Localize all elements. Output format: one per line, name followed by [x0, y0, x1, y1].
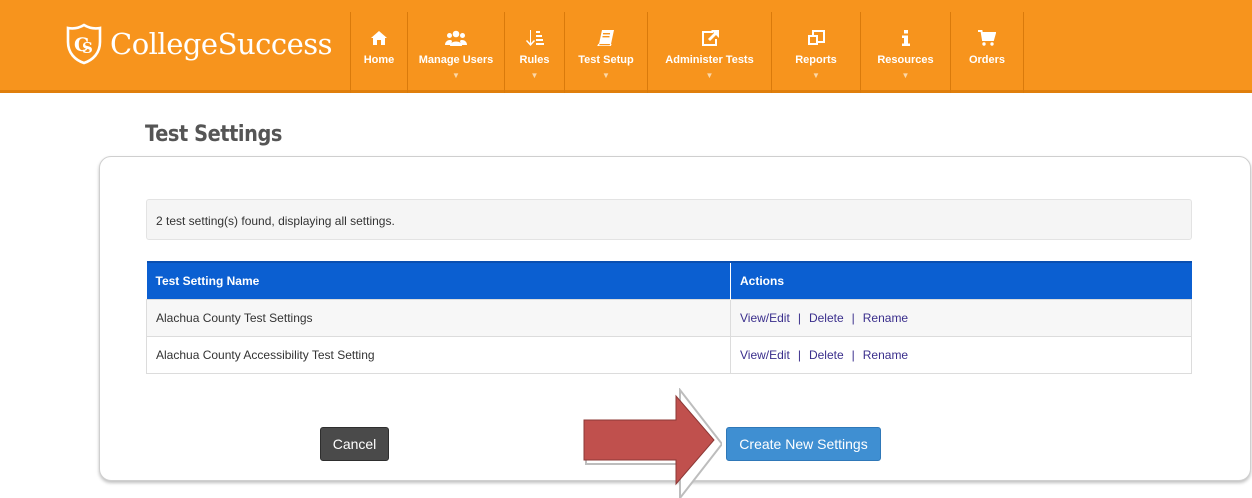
sort-list-icon [525, 30, 544, 46]
external-link-icon [701, 30, 719, 46]
top-navigation-bar: C S CollegeSuccess Home Manage Users ▼ R… [0, 0, 1252, 93]
cart-icon [978, 30, 996, 46]
nav-label: Home [363, 54, 395, 66]
actions-cell: View/Edit | Delete | Rename [730, 335, 1192, 374]
setting-name-cell: Alachua County Accessibility Test Settin… [146, 335, 731, 374]
copy-icon [808, 30, 825, 45]
svg-text:S: S [82, 39, 93, 57]
column-header-name: Test Setting Name [146, 261, 731, 299]
nav-label: Rules [519, 54, 550, 66]
nav-label: Reports [795, 54, 837, 66]
actions-cell: View/Edit | Delete | Rename [730, 298, 1192, 337]
nav-label: Manage Users [418, 54, 494, 66]
create-new-settings-button[interactable]: Create New Settings [726, 427, 881, 461]
chevron-down-icon: ▼ [602, 71, 610, 80]
chevron-down-icon: ▼ [452, 71, 460, 80]
nav-rules[interactable]: Rules ▼ [504, 12, 564, 93]
nav-orders[interactable]: Orders [950, 12, 1024, 93]
nav-label: Administer Tests [665, 54, 754, 66]
link-separator: | [797, 310, 801, 325]
shield-logo-icon: C S [66, 23, 102, 65]
delete-link[interactable]: Delete [809, 311, 844, 325]
chevron-down-icon: ▼ [901, 71, 910, 80]
nav-test-setup[interactable]: Test Setup ▼ [564, 12, 647, 93]
test-settings-table: Test Setting Name Actions Alachua County… [146, 261, 1192, 374]
column-header-actions: Actions [730, 261, 1192, 299]
chevron-down-icon: ▼ [705, 71, 714, 80]
cancel-button[interactable]: Cancel [320, 427, 389, 461]
nav-administer-tests[interactable]: Administer Tests ▼ [647, 12, 771, 93]
info-icon [901, 30, 910, 46]
page-title: Test Settings [145, 122, 282, 147]
nav-label: Resources [877, 54, 934, 66]
nav-manage-users[interactable]: Manage Users ▼ [407, 12, 504, 93]
brand-logo[interactable]: C S CollegeSuccess [62, 22, 333, 66]
link-separator: | [851, 310, 855, 325]
book-icon [597, 30, 614, 46]
chevron-down-icon: ▼ [812, 71, 820, 80]
setting-name-cell: Alachua County Test Settings [146, 298, 731, 337]
link-separator: | [851, 347, 855, 362]
link-separator: | [797, 347, 801, 362]
nav-resources[interactable]: Resources ▼ [860, 12, 950, 93]
view-edit-link[interactable]: View/Edit [740, 348, 790, 362]
rename-link[interactable]: Rename [863, 348, 908, 362]
table-row: Alachua County Accessibility Test Settin… [146, 335, 1192, 374]
brand-name: CollegeSuccess [110, 27, 333, 61]
table-row: Alachua County Test Settings View/Edit | D… [146, 298, 1192, 337]
annotation-arrow-icon [583, 388, 722, 498]
nav-label: Test Setup [578, 54, 634, 66]
view-edit-link[interactable]: View/Edit [740, 311, 790, 325]
results-info-bar: 2 test setting(s) found, displaying all … [146, 199, 1192, 240]
nav-reports[interactable]: Reports ▼ [771, 12, 860, 93]
table-header-row: Test Setting Name Actions [146, 261, 1192, 299]
users-icon [445, 30, 467, 46]
rename-link[interactable]: Rename [863, 311, 908, 325]
delete-link[interactable]: Delete [809, 348, 844, 362]
main-nav: Home Manage Users ▼ Rules ▼ Test Setup ▼… [350, 12, 1024, 93]
chevron-down-icon: ▼ [530, 71, 539, 80]
nav-home[interactable]: Home [350, 12, 407, 93]
nav-label: Orders [968, 54, 1006, 66]
home-icon [371, 31, 387, 45]
